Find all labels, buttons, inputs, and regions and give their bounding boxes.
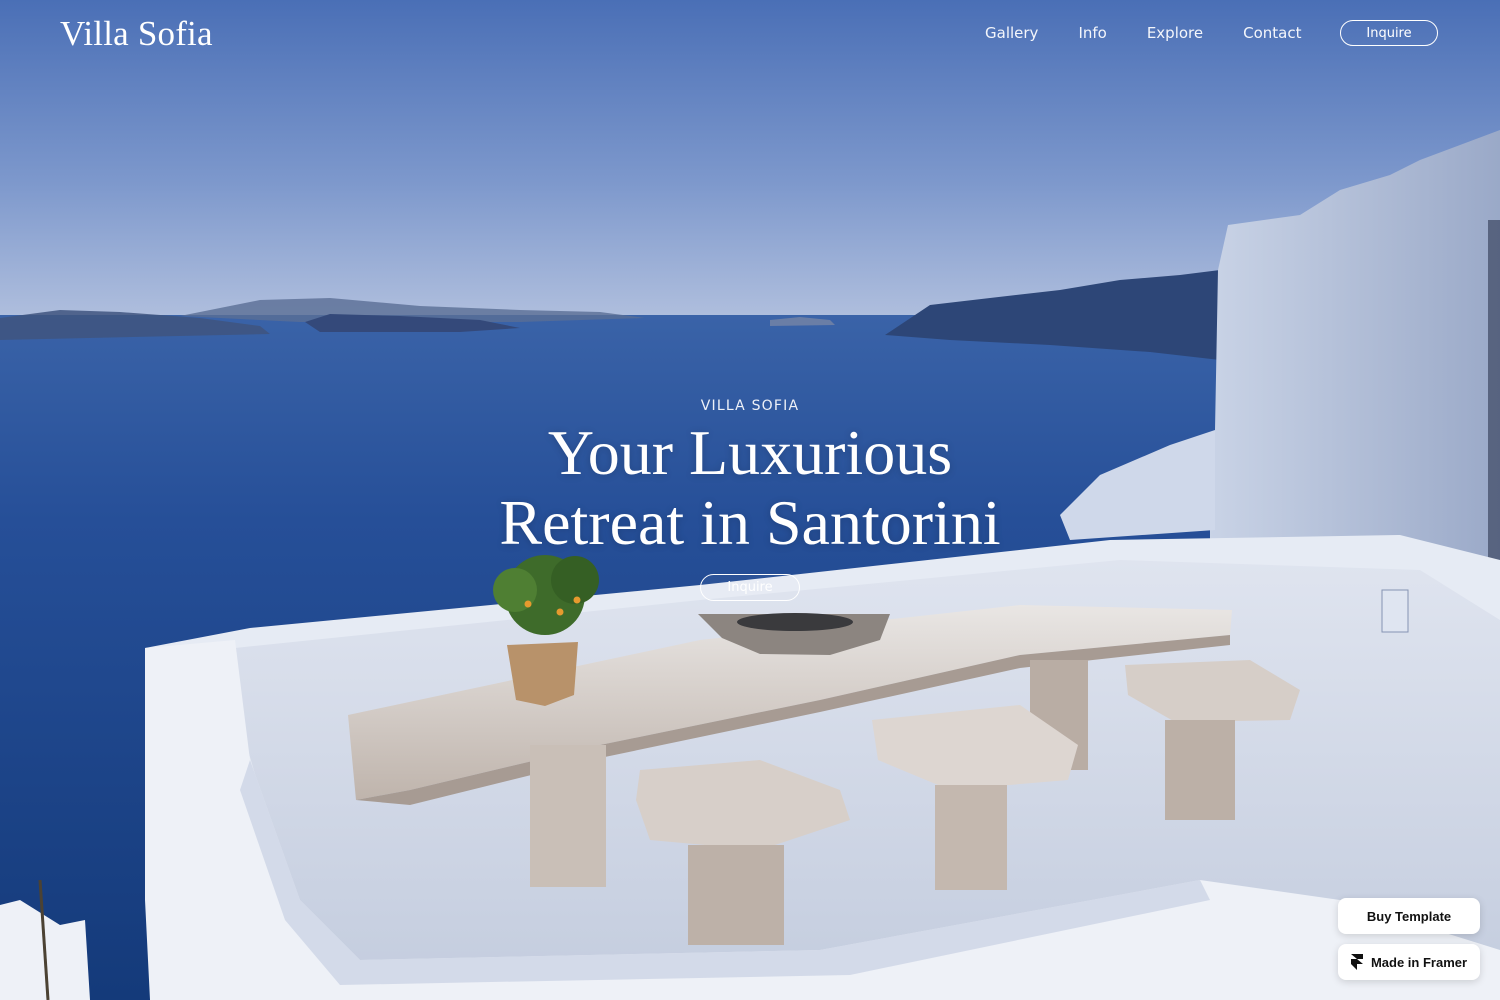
hero-eyebrow: VILLA SOFIA (700, 398, 800, 414)
made-in-framer-button[interactable]: Made in Framer (1338, 944, 1480, 980)
nav-link-contact[interactable]: Contact (1243, 24, 1301, 42)
made-in-framer-label: Made in Framer (1370, 954, 1468, 970)
hero-headline-line-1: Your Luxurious (547, 417, 953, 488)
framer-logo-icon (1350, 954, 1363, 970)
buy-template-button[interactable]: Buy Template (1338, 898, 1480, 934)
buy-template-label: Buy Template (1366, 908, 1452, 924)
nav-link-info[interactable]: Info (1078, 24, 1106, 42)
hero-inquire-button[interactable]: Inquire (700, 574, 800, 601)
site-logo[interactable]: Villa Sofia (60, 14, 213, 54)
nav-link-gallery[interactable]: Gallery (985, 24, 1038, 42)
hero-headline-line-2: Retreat in Santorini (499, 487, 1001, 558)
hero-headline: Your Luxurious Retreat in Santorini (0, 418, 1500, 558)
nav-link-explore[interactable]: Explore (1147, 24, 1203, 42)
main-nav: Gallery Info Explore Contact (985, 24, 1341, 42)
header-inquire-button[interactable]: Inquire (1340, 20, 1438, 46)
